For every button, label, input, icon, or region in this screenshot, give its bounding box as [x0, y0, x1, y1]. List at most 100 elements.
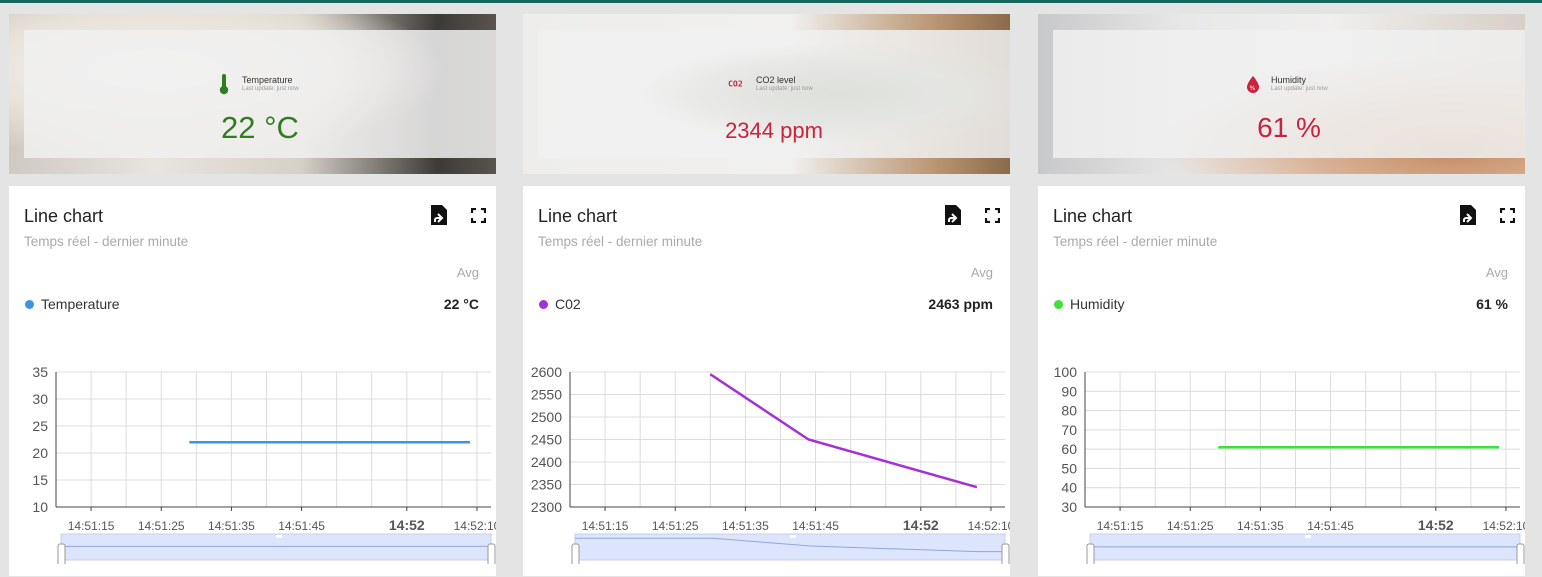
navigator-handle-left: [571, 543, 580, 564]
fullscreen-icon[interactable]: [1499, 207, 1516, 228]
top-accent-bar: [0, 0, 1542, 3]
tile-updated: Last update: just now: [756, 86, 813, 92]
svg-text:CO2: CO2: [728, 79, 743, 89]
y-tick-label: 2600: [531, 364, 562, 380]
y-tick-label: 20: [32, 445, 48, 461]
temperature-tile: Temperature Last update: just now 22 °C: [9, 14, 496, 174]
avg-label: Avg: [1485, 265, 1508, 280]
y-tick-label: 10: [32, 499, 48, 515]
tile-header: Temperature Last update: just now: [214, 74, 299, 95]
avg-label: Avg: [456, 265, 479, 280]
x-tick-label: 14:52:10: [1483, 519, 1525, 533]
export-file-icon[interactable]: [1458, 204, 1478, 231]
x-tick-label: 14:51:35: [722, 519, 769, 533]
y-tick-label: 30: [1061, 499, 1077, 515]
x-tick-label: 14:51:45: [278, 519, 325, 533]
tile-name: CO2 level: [756, 75, 796, 85]
y-tick-label: 2400: [531, 454, 562, 470]
navigator-scrollbar-grip: [790, 535, 796, 538]
y-tick-label: 90: [1061, 383, 1077, 399]
x-tick-label: 14:52: [1418, 517, 1454, 533]
navigator-handle-right: [487, 543, 496, 564]
x-tick-label: 14:51:25: [652, 519, 699, 533]
export-file-icon[interactable]: [429, 204, 449, 231]
legend-dot: [25, 299, 34, 309]
card-title: Line chart: [1053, 206, 1133, 226]
card-title: Line chart: [24, 206, 104, 226]
y-tick-label: 2300: [531, 499, 562, 515]
y-tick-label: 25: [32, 418, 48, 434]
humidity-column: % Humidity Last update: just now 61 % Li…: [1038, 14, 1525, 576]
x-tick-label: 14:52: [389, 517, 425, 533]
y-tick-label: 70: [1061, 422, 1077, 438]
legend-avg-value: 2463 ppm: [928, 296, 993, 312]
y-tick-label: 80: [1061, 403, 1077, 419]
avg-label: Avg: [970, 265, 993, 280]
humidity-line-chart[interactable]: 30 40 50 60 70 80 90 100 14:51:15 14:51:25 14:51:3…: [1038, 324, 1525, 564]
legend-item[interactable]: C02: [539, 296, 581, 312]
tile-panel: Temperature Last update: just now 22 °C: [24, 30, 496, 158]
co2-chart-card: Line chart Temps réel - dernier minute A…: [523, 186, 1010, 576]
card-subtitle: Temps réel - dernier minute: [1053, 234, 1218, 249]
tile-updated: Last update: just now: [242, 86, 299, 92]
y-tick-label: 2350: [531, 477, 562, 493]
legend-dot: [539, 299, 548, 309]
temperature-column: Temperature Last update: just now 22 °C …: [9, 14, 496, 576]
export-file-icon[interactable]: [943, 204, 963, 231]
navigator-handle-left: [57, 543, 66, 564]
tile-panel: % Humidity Last update: just now 61 %: [1053, 30, 1525, 158]
co2-value: 2344 ppm: [725, 118, 823, 143]
tile-name: Temperature: [242, 75, 293, 85]
y-tick-label: 2550: [531, 387, 562, 403]
x-tick-label: 14:52:10: [454, 519, 496, 533]
x-tick-label: 14:51:45: [792, 519, 839, 533]
legend-avg-value: 61 %: [1476, 296, 1508, 312]
x-tick-label: 14:51:35: [1237, 519, 1284, 533]
fullscreen-icon[interactable]: [470, 207, 487, 228]
navigator-scrollbar-grip: [1305, 535, 1311, 538]
legend-item[interactable]: Temperature: [25, 296, 120, 312]
co2-icon: CO2: [728, 74, 748, 94]
y-tick-label: 15: [32, 472, 48, 488]
svg-text:%: %: [1250, 85, 1256, 92]
x-tick-label: 14:51:25: [138, 519, 185, 533]
thermometer-icon: [214, 74, 234, 95]
card-subtitle: Temps réel - dernier minute: [538, 234, 703, 249]
co2-tile: CO2 CO2 level Last update: just now 2344…: [523, 14, 1010, 174]
humidity-value: 61 %: [1257, 112, 1321, 143]
x-tick-label: 14:51:15: [68, 519, 115, 533]
navigator-handle-left: [1086, 543, 1095, 564]
y-tick-label: 50: [1061, 460, 1077, 476]
temperature-line-chart[interactable]: 10 15 20 25 30 35 14:51:15 14:51:25 14:51:35 14:5…: [9, 324, 496, 564]
x-tick-label: 14:51:35: [208, 519, 255, 533]
legend-avg-value: 22 °C: [443, 296, 479, 312]
co2-line-chart[interactable]: 2300 2350 2400 2450 2500 2550 2600 14:51:15 14:5…: [523, 324, 1010, 564]
card-title: Line chart: [538, 206, 618, 226]
y-tick-label: 40: [1061, 480, 1077, 496]
y-tick-label: 100: [1054, 364, 1078, 380]
navigator-scrollbar-grip: [276, 535, 282, 538]
tile-name: Humidity: [1271, 75, 1307, 85]
humidity-drop-icon: %: [1243, 74, 1263, 94]
card-subtitle: Temps réel - dernier minute: [24, 234, 189, 249]
x-tick-label: 14:52: [903, 517, 939, 533]
tile-header: CO2 CO2 level Last update: just now: [728, 74, 813, 94]
legend-name: Temperature: [41, 296, 120, 312]
temperature-chart-card: Line chart Temps réel - dernier minute A…: [9, 186, 496, 576]
y-tick-label: 2500: [531, 409, 562, 425]
legend-item[interactable]: Humidity: [1054, 296, 1124, 312]
x-tick-label: 14:52:10: [968, 519, 1010, 533]
y-tick-label: 30: [32, 391, 48, 407]
legend-name: C02: [555, 296, 581, 312]
humidity-tile: % Humidity Last update: just now 61 %: [1038, 14, 1525, 174]
y-tick-label: 60: [1061, 441, 1077, 457]
legend-name: Humidity: [1070, 296, 1125, 312]
x-tick-label: 14:51:25: [1167, 519, 1214, 533]
tile-header: % Humidity Last update: just now: [1243, 74, 1328, 94]
x-tick-label: 14:51:45: [1307, 519, 1354, 533]
temperature-value: 22 °C: [221, 110, 299, 145]
tile-updated: Last update: just now: [1271, 86, 1328, 92]
y-tick-label: 35: [32, 364, 48, 380]
fullscreen-icon[interactable]: [984, 207, 1001, 228]
navigator-handle-right: [1516, 543, 1525, 564]
